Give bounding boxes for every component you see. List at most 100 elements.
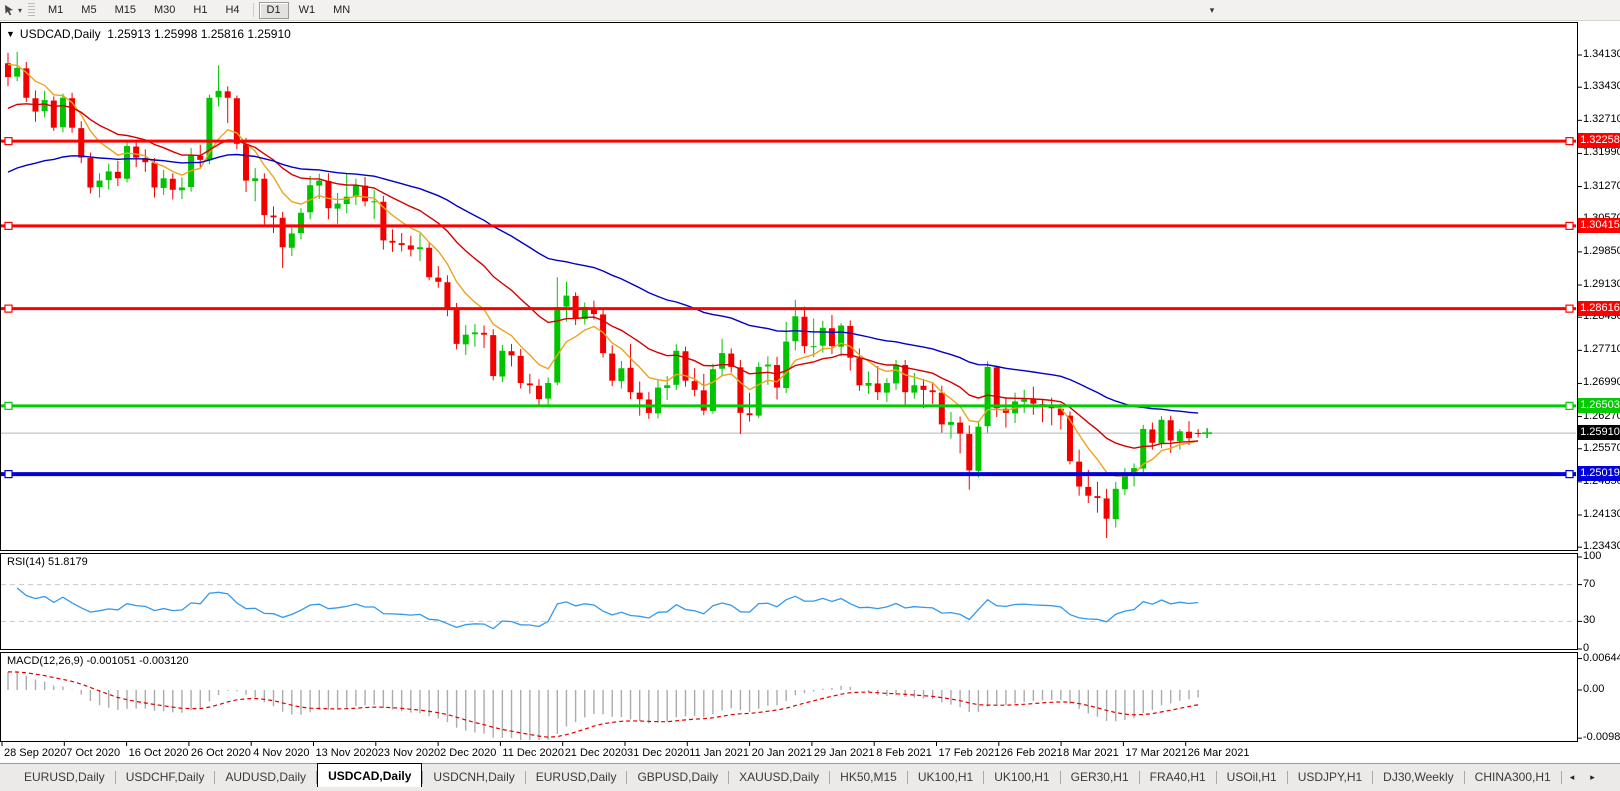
candle-body <box>252 178 259 182</box>
candle-body <box>1167 420 1174 441</box>
candle-body <box>50 100 57 128</box>
candle-body <box>1158 419 1165 444</box>
date-tick-label: 16 Oct 2020 <box>128 747 189 759</box>
current-price-box: 1.25910 <box>1578 425 1620 441</box>
candle-body <box>471 332 478 335</box>
candle-body <box>874 383 881 393</box>
chart-tab-eurusd-daily[interactable]: EURUSD,Daily <box>526 766 627 788</box>
price-tick-label: 1.29850 <box>1583 244 1620 257</box>
date-tick-label: 17 Mar 2021 <box>1125 747 1188 759</box>
chart-tab-ger30-h1[interactable]: GER30,H1 <box>1061 766 1139 788</box>
candle-body <box>371 201 378 203</box>
candle-body <box>700 390 707 411</box>
candle-body <box>362 185 369 202</box>
chart-tab-china300-h1[interactable]: CHINA300,H1 <box>1465 766 1561 788</box>
chart-tab-fra40-h1[interactable]: FRA40,H1 <box>1140 766 1216 788</box>
date-tick-label: 2 Dec 2020 <box>440 747 497 759</box>
chart-tab-dj30-weekly[interactable]: DJ30,Weekly <box>1373 766 1463 788</box>
candle-body <box>499 350 506 377</box>
chart-tab-bar: EURUSD,Daily USDCHF,Daily AUDUSD,Daily USDC… <box>0 763 1620 791</box>
level-line-handle <box>1565 401 1574 410</box>
chart-tab-gbpusd-daily[interactable]: GBPUSD,Daily <box>627 766 728 788</box>
macd-panel-frame <box>0 652 1578 742</box>
candle-body <box>481 332 488 335</box>
candle-body <box>325 181 332 209</box>
chart-tab-usdchf-daily[interactable]: USDCHF,Daily <box>116 766 215 788</box>
candle-body <box>233 98 240 144</box>
price-tick-label: 1.34130 <box>1583 48 1620 60</box>
candle-body <box>1176 431 1183 441</box>
date-tick-label: 21 Dec 2020 <box>564 747 628 759</box>
candle-body <box>279 217 286 248</box>
chart-tab-usdjpy-h1[interactable]: USDJPY,H1 <box>1288 766 1372 788</box>
candle-body <box>261 178 268 216</box>
rsi-label: RSI(14) 51.8179 <box>7 556 88 568</box>
chart-tab-usdcnh-daily[interactable]: USDCNH,Daily <box>423 766 524 788</box>
ma-slow-line <box>7 153 1199 414</box>
candlesticks <box>5 51 1202 538</box>
chart-canvas[interactable] <box>0 0 1620 791</box>
symbol-dropdown-icon[interactable]: ▼ <box>6 29 15 39</box>
price-tick-label: 1.29130 <box>1583 278 1620 290</box>
candle-body <box>197 155 204 160</box>
candle-body <box>407 245 414 250</box>
level-line-handle <box>1565 221 1574 230</box>
candle-body <box>526 383 533 386</box>
candle-body <box>1021 399 1028 402</box>
tab-scroll-left-icon[interactable]: ◂ <box>1562 766 1583 788</box>
candle-body <box>636 392 643 400</box>
candle-body <box>87 158 94 188</box>
chart-tab-audusd-daily[interactable]: AUDUSD,Daily <box>215 766 316 788</box>
candle-body <box>847 325 854 358</box>
date-tick-label: 20 Jan 2021 <box>751 747 813 759</box>
date-tick-label: 11 Dec 2020 <box>502 747 564 759</box>
candle-body <box>883 382 890 393</box>
candle-body <box>966 434 973 471</box>
chart-tab-uk100-h1[interactable]: UK100,H1 <box>984 766 1059 788</box>
chart-tab-usdcad-daily[interactable]: USDCAD,Daily <box>317 763 423 787</box>
candle-body <box>957 422 964 434</box>
price-tick-label: 1.26990 <box>1583 376 1620 389</box>
candle-body <box>1121 474 1128 490</box>
candle-body <box>783 341 790 389</box>
ma-medium-line <box>7 103 1199 449</box>
chart-tab-usoil-h1[interactable]: USOil,H1 <box>1217 766 1287 788</box>
rsi-tick-label: 70 <box>1583 577 1596 590</box>
candle-body <box>902 365 909 393</box>
chart-tab-eurusd-daily[interactable]: EURUSD,Daily <box>14 766 115 788</box>
macd-label: MACD(12,26,9) -0.001051 -0.003120 <box>7 655 189 667</box>
candle-body <box>1094 496 1101 498</box>
candle-body <box>819 327 826 346</box>
date-tick-label: 8 Feb 2021 <box>876 747 932 759</box>
candle-body <box>911 385 918 393</box>
chart-tab-uk100-h1[interactable]: UK100,H1 <box>908 766 983 788</box>
candle-body <box>755 366 762 416</box>
level-price-box: 1.28616 <box>1578 300 1620 316</box>
tab-scroll-right-icon[interactable]: ▸ <box>1582 766 1603 788</box>
candle-body <box>453 309 460 344</box>
date-tick-label: 31 Dec 2020 <box>627 747 690 759</box>
candle-body <box>160 178 167 188</box>
price-tick-label: 1.27710 <box>1583 343 1620 356</box>
candle-body <box>1195 432 1202 434</box>
candle-body <box>1112 488 1119 520</box>
level-price-box: 1.25019 <box>1578 466 1620 482</box>
chart-tab-hk50-m15[interactable]: HK50,M15 <box>830 766 907 788</box>
level-line-handle <box>1565 470 1574 479</box>
level-line-handle <box>4 137 13 146</box>
candle-body <box>545 382 552 399</box>
candle-body <box>316 180 323 186</box>
candle-body <box>938 392 945 425</box>
level-line-handle <box>4 401 13 410</box>
candle-body <box>426 247 433 278</box>
candle-body <box>151 162 158 188</box>
candle-body <box>920 385 927 390</box>
chart-tab-xauusd-daily[interactable]: XAUUSD,Daily <box>729 766 829 788</box>
date-tick-label: 23 Nov 2020 <box>377 747 441 759</box>
candle-body <box>984 366 991 427</box>
candle-body <box>554 307 561 383</box>
level-price-box: 1.32258 <box>1578 133 1620 149</box>
candle-body <box>865 382 872 386</box>
price-tick-label: 1.31270 <box>1583 179 1620 192</box>
date-tick-label: 11 Jan 2021 <box>689 747 750 759</box>
